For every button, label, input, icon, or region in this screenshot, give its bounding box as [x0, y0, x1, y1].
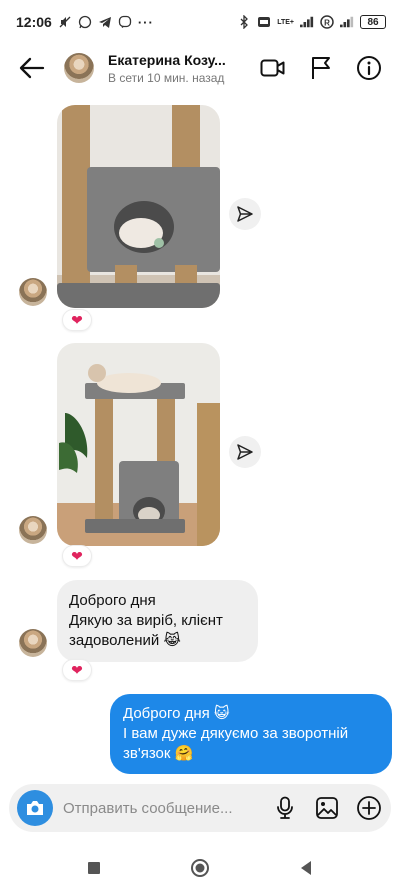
volte-icon [257, 15, 271, 29]
status-left: 12:06 ··· [16, 14, 154, 30]
message-composer [9, 784, 391, 832]
share-icon [237, 206, 253, 222]
home-button[interactable] [186, 854, 214, 882]
incoming-message[interactable]: Доброго дня Дякую за виріб, клієнт задов… [57, 580, 258, 662]
back-button[interactable] [16, 52, 48, 84]
message-input[interactable] [63, 799, 265, 817]
bluetooth-icon [237, 15, 251, 29]
status-time: 12:06 [16, 14, 52, 30]
cat-tower-photo-1 [57, 105, 220, 308]
message-line: Доброго дня 😺 [123, 705, 230, 722]
camera-button[interactable] [17, 790, 53, 826]
sender-avatar-2[interactable] [19, 516, 47, 544]
mute-icon [58, 15, 72, 29]
lte-label: LTE+ [277, 18, 294, 26]
triangle-back-icon [301, 860, 311, 875]
more-options-button[interactable] [355, 794, 383, 822]
plus-circle-icon [357, 796, 381, 820]
message-line: Дякую за виріб, клієнт [69, 612, 223, 629]
square-icon [88, 861, 100, 874]
contact-avatar[interactable] [64, 53, 94, 83]
sender-avatar-3[interactable] [19, 629, 47, 657]
back-nav-button[interactable] [292, 854, 320, 882]
info-icon [357, 56, 381, 80]
video-call-icon [260, 59, 285, 77]
share-button-1[interactable] [229, 198, 261, 230]
viber-icon [118, 15, 132, 29]
svg-text:R: R [324, 19, 330, 28]
gallery-button[interactable] [313, 794, 341, 822]
signal-icon-1 [300, 15, 314, 29]
report-button[interactable] [306, 53, 336, 83]
cat-tower-photo-2 [57, 343, 220, 546]
gallery-icon [316, 797, 338, 819]
status-right: LTE+ R 86 [237, 15, 386, 29]
flag-icon [312, 57, 330, 79]
system-navigation-bar [0, 846, 400, 889]
sender-avatar-1[interactable] [19, 278, 47, 306]
composer-actions [271, 794, 383, 822]
message-line: задоволений 😹 [69, 632, 181, 649]
roaming-icon: R [320, 15, 334, 29]
chat-header: Екатерина Козу... В сети 10 мин. назад [0, 44, 400, 92]
signal-icon-2 [340, 15, 354, 29]
message-photo-2[interactable] [57, 343, 220, 546]
camera-icon [27, 801, 43, 815]
voice-message-button[interactable] [271, 794, 299, 822]
share-icon [237, 444, 253, 460]
message-line: І вам дуже дякуємо за зворотній [123, 725, 349, 742]
message-line: зв'язок 🤗 [123, 745, 194, 762]
heart-reaction-3[interactable]: ❤ [62, 659, 92, 681]
info-button[interactable] [354, 53, 384, 83]
whatsapp-icon [78, 15, 92, 29]
outgoing-message[interactable]: Доброго дня 😺 І вам дуже дякуємо за звор… [110, 694, 392, 774]
more-notifications-icon: ··· [137, 14, 154, 30]
contact-name: Екатерина Козу... [108, 51, 226, 68]
message-line: Доброго дня [69, 592, 156, 609]
battery-level: 86 [360, 15, 386, 29]
heart-reaction-1[interactable]: ❤ [62, 309, 92, 331]
video-call-button[interactable] [258, 53, 288, 83]
contact-info[interactable]: Екатерина Козу... В сети 10 мин. назад [108, 52, 258, 85]
header-actions [258, 53, 384, 83]
recents-button[interactable] [80, 854, 108, 882]
share-button-2[interactable] [229, 436, 261, 468]
microphone-icon [277, 796, 293, 819]
heart-reaction-2[interactable]: ❤ [62, 545, 92, 567]
back-arrow-icon [19, 57, 45, 79]
status-bar: 12:06 ··· LTE+ R 86 [0, 0, 400, 44]
contact-status: В сети 10 мин. назад [108, 70, 225, 85]
message-photo-1[interactable] [57, 105, 220, 308]
telegram-icon [98, 15, 112, 29]
home-circle-icon [191, 858, 209, 877]
